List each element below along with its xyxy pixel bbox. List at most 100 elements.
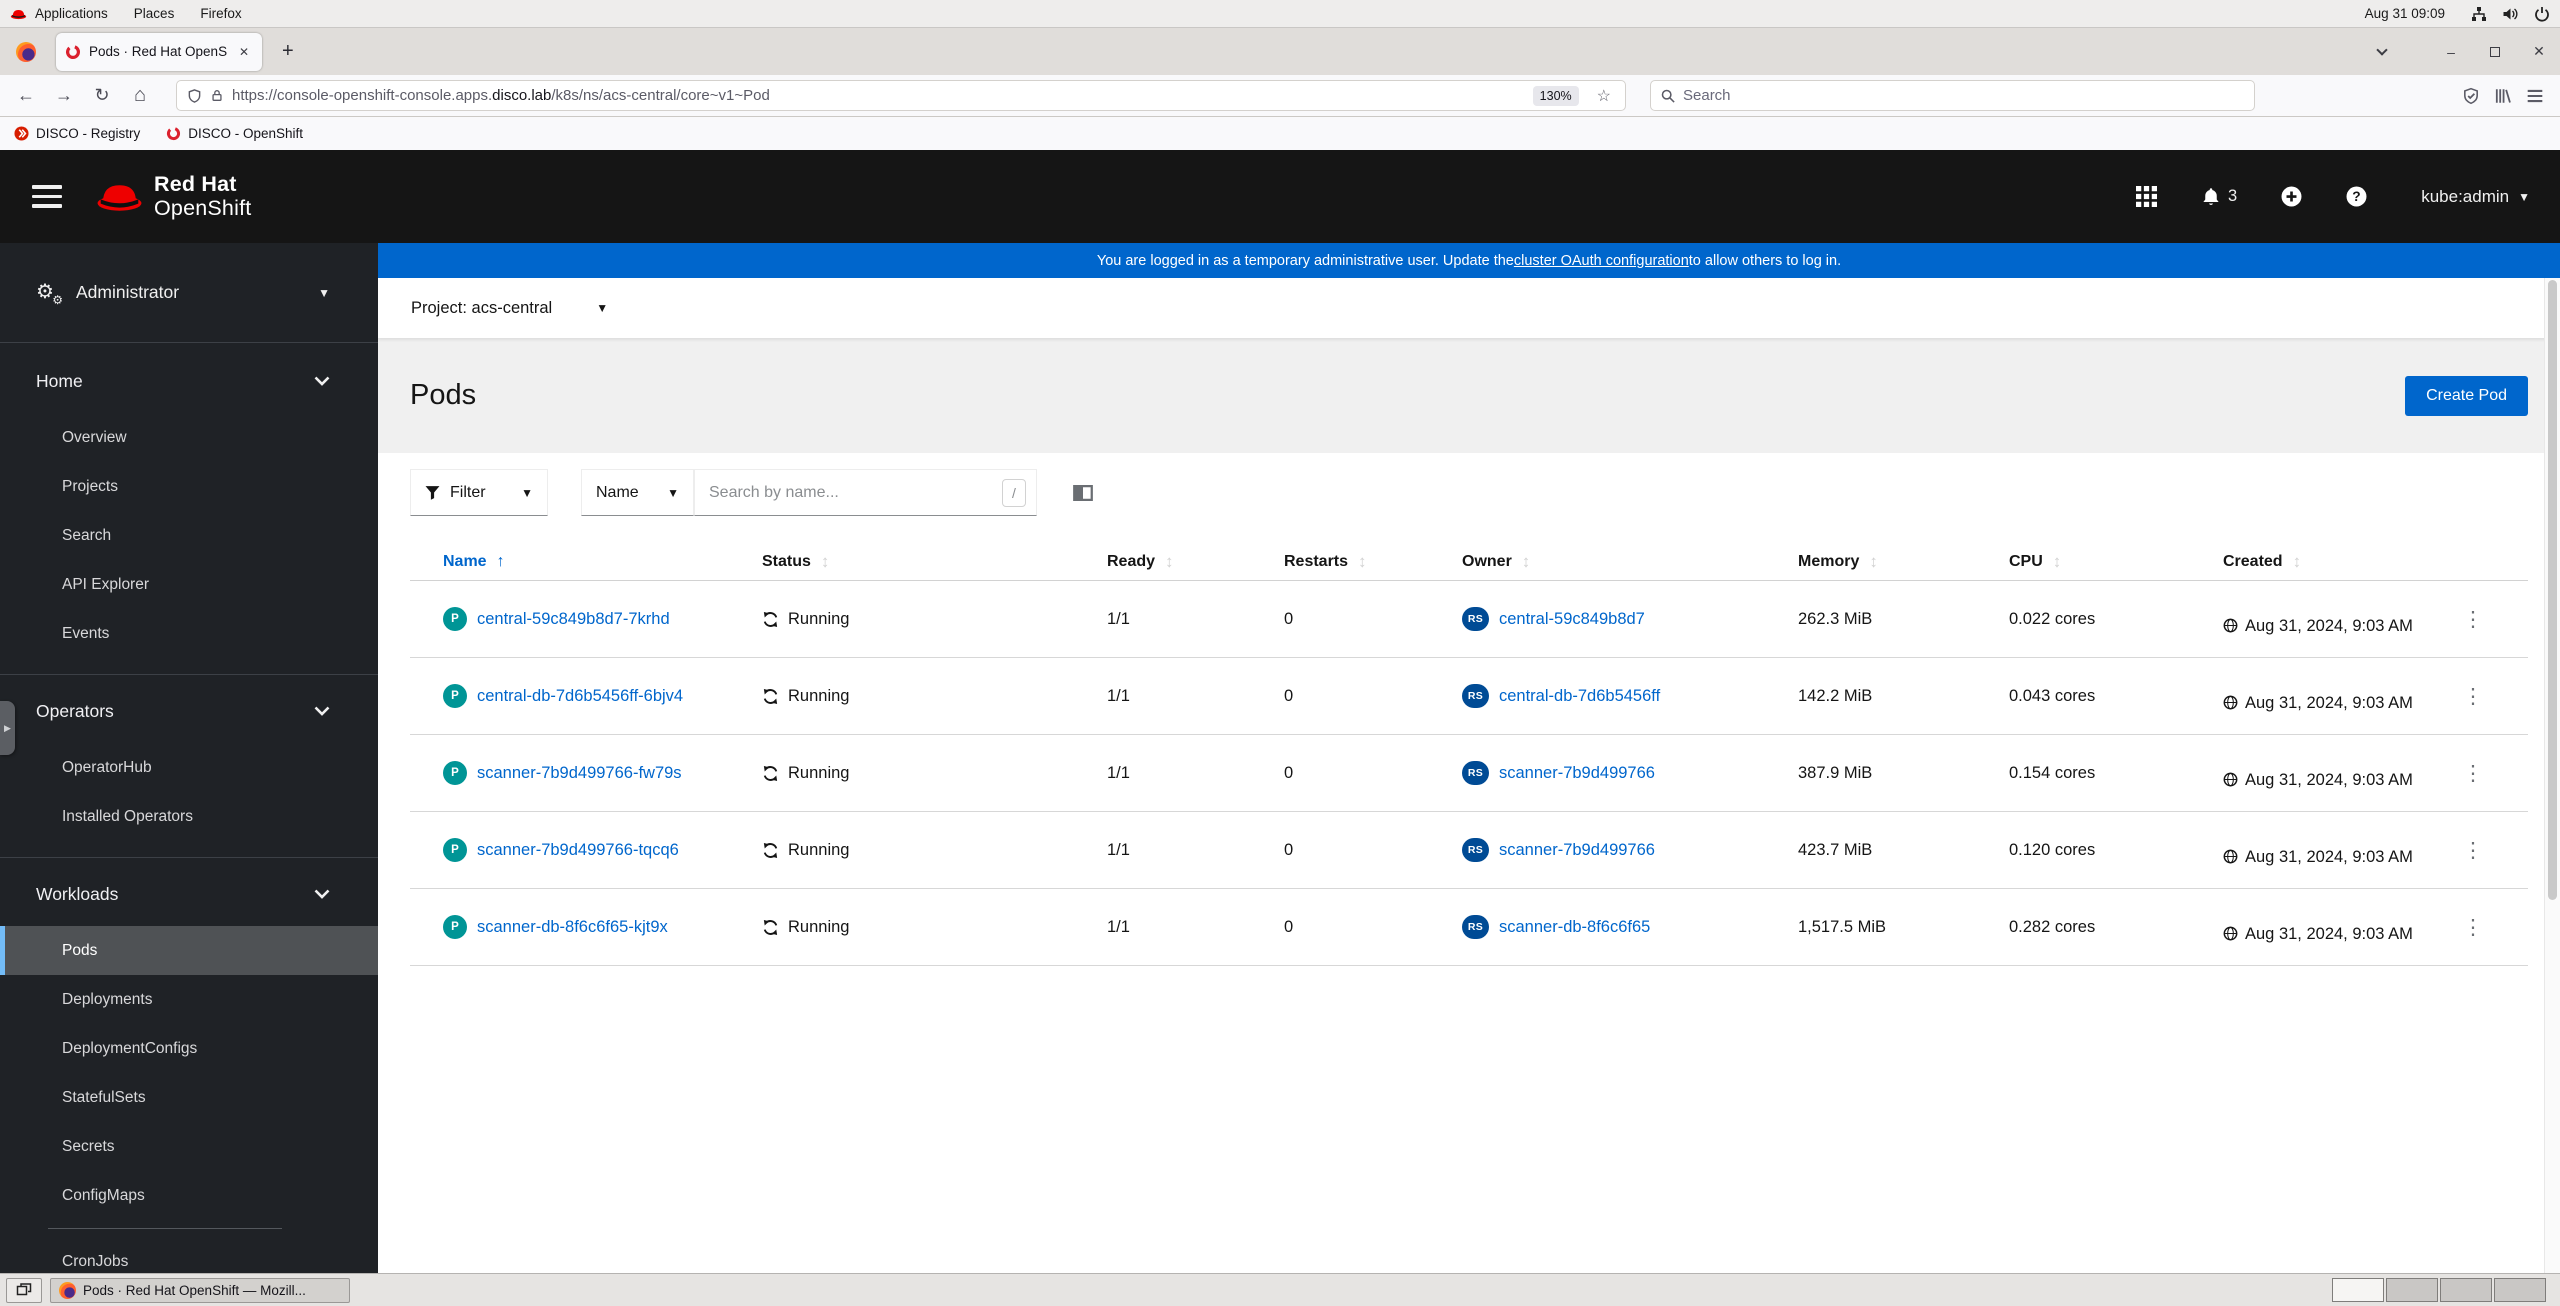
forward-button[interactable]: →	[48, 81, 80, 111]
close-window-button[interactable]: ✕	[2530, 43, 2548, 60]
owner-link[interactable]: scanner-db-8f6c6f65	[1499, 918, 1650, 937]
app-launcher-grid-icon[interactable]	[2136, 186, 2158, 207]
nav-group-home[interactable]: Home	[0, 359, 378, 403]
kebab-menu-icon[interactable]: ⋮	[2453, 761, 2493, 786]
sidebar-item-pods[interactable]: Pods	[0, 926, 378, 975]
owner-link[interactable]: central-59c849b8d7	[1499, 610, 1645, 629]
sidebar-item-secrets[interactable]: Secrets	[0, 1122, 378, 1171]
url-bar[interactable]: https://console-openshift-console.apps.d…	[176, 80, 1626, 111]
bookmark-star-icon[interactable]: ☆	[1597, 86, 1611, 106]
column-header-status[interactable]: Status ↕	[762, 552, 1107, 572]
openshift-logo[interactable]: Red Hat OpenShift	[96, 173, 251, 219]
tab-close-icon[interactable]: ✕	[235, 43, 253, 61]
sidebar-item-operatorhub[interactable]: OperatorHub	[0, 743, 378, 792]
column-header-name[interactable]: Name ↑	[410, 553, 762, 571]
kebab-menu-icon[interactable]: ⋮	[2453, 684, 2493, 709]
zoom-level-badge[interactable]: 130%	[1532, 85, 1579, 106]
home-button[interactable]: ⌂	[124, 81, 156, 111]
column-header-created[interactable]: Created ↕	[2223, 552, 2453, 572]
sidebar-item-deploymentconfigs[interactable]: DeploymentConfigs	[0, 1024, 378, 1073]
window-list-button[interactable]	[6, 1277, 42, 1303]
kebab-menu-icon[interactable]: ⋮	[2453, 838, 2493, 863]
nav-toggle-hamburger-icon[interactable]	[32, 185, 62, 208]
search-bar[interactable]	[1650, 80, 2255, 111]
perspective-switcher[interactable]: ⚙ ⚙ Administrator ▼	[0, 243, 378, 343]
owner-link[interactable]: scanner-7b9d499766	[1499, 764, 1655, 783]
workspace-3[interactable]	[2440, 1278, 2492, 1302]
hamburger-menu-icon[interactable]	[2526, 87, 2544, 105]
search-input[interactable]	[1683, 87, 2244, 104]
new-tab-button[interactable]: +	[274, 40, 302, 63]
help-question-icon[interactable]: ?	[2346, 186, 2367, 207]
workspace-4[interactable]	[2494, 1278, 2546, 1302]
list-tabs-chevron-icon[interactable]	[2376, 43, 2388, 56]
name-search-field[interactable]: /	[694, 469, 1037, 516]
quick-create-plus-icon[interactable]	[2281, 186, 2302, 207]
sidebar-item-projects[interactable]: Projects	[0, 462, 378, 511]
create-pod-button[interactable]: Create Pod	[2405, 375, 2528, 416]
attribute-dropdown[interactable]: Name ▼	[581, 469, 694, 516]
sidebar-item-api-explorer[interactable]: API Explorer	[0, 560, 378, 609]
pod-link[interactable]: scanner-db-8f6c6f65-kjt9x	[477, 918, 668, 937]
tracking-protection-shield-icon[interactable]	[187, 88, 202, 104]
clock[interactable]: Aug 31 09:09	[2365, 6, 2445, 21]
restarts-cell: 0	[1284, 917, 1294, 936]
sidebar-item-configmaps[interactable]: ConfigMaps	[0, 1171, 378, 1220]
workspace-1[interactable]	[2332, 1278, 2384, 1302]
minimize-button[interactable]: –	[2442, 44, 2460, 60]
pod-link[interactable]: scanner-7b9d499766-fw79s	[477, 764, 682, 783]
project-selector[interactable]: Project: acs-central ▼	[378, 278, 2560, 338]
sidebar-item-installed-operators[interactable]: Installed Operators	[0, 792, 378, 841]
volume-icon[interactable]	[2502, 6, 2519, 22]
browser-tab[interactable]: Pods · Red Hat OpenShift ✕	[56, 32, 262, 71]
network-icon[interactable]	[2471, 6, 2487, 22]
nav-group-operators[interactable]: Operators	[0, 689, 378, 733]
workspace-2[interactable]	[2386, 1278, 2438, 1302]
kebab-menu-icon[interactable]: ⋮	[2453, 607, 2493, 632]
sidebar-item-events[interactable]: Events	[0, 609, 378, 658]
pod-link[interactable]: scanner-7b9d499766-tqcq6	[477, 841, 679, 860]
taskbar-task-firefox[interactable]: Pods · Red Hat OpenShift — Mozill...	[50, 1277, 350, 1303]
name-search-input[interactable]	[709, 483, 1002, 502]
nav-group-workloads[interactable]: Workloads	[0, 872, 378, 916]
library-icon[interactable]	[2494, 87, 2512, 105]
firefox-menu[interactable]: Firefox	[200, 6, 241, 21]
kebab-menu-icon[interactable]: ⋮	[2453, 915, 2493, 940]
sidebar-item-deployments[interactable]: Deployments	[0, 975, 378, 1024]
owner-link[interactable]: central-db-7d6b5456ff	[1499, 687, 1660, 706]
sidebar-item-statefulsets[interactable]: StatefulSets	[0, 1073, 378, 1122]
owner-link[interactable]: scanner-7b9d499766	[1499, 841, 1655, 860]
column-header-owner[interactable]: Owner ↕	[1462, 552, 1798, 572]
table-row: Pscanner-db-8f6c6f65-kjt9x Running 1/1 0…	[410, 889, 2528, 966]
cluster-oauth-link[interactable]: cluster OAuth configuration	[1514, 253, 1689, 269]
protections-shield-check-icon[interactable]	[2462, 87, 2480, 105]
page-scrollbar[interactable]	[2544, 278, 2560, 1273]
scrollbar-thumb[interactable]	[2548, 280, 2557, 900]
user-menu[interactable]: kube:admin ▼	[2421, 187, 2530, 207]
sidebar-drag-handle[interactable]: ▶	[0, 701, 15, 755]
firefox-app-icon[interactable]	[8, 35, 44, 69]
bookmark-disco-registry[interactable]: DISCO - Registry	[14, 126, 140, 141]
manage-columns-button[interactable]	[1073, 469, 1093, 516]
power-icon[interactable]	[2534, 6, 2550, 22]
sidebar-item-search[interactable]: Search	[0, 511, 378, 560]
column-header-restarts[interactable]: Restarts ↕	[1284, 552, 1462, 572]
places-menu[interactable]: Places	[134, 6, 175, 21]
url-text[interactable]: https://console-openshift-console.apps.d…	[232, 87, 1525, 104]
applications-menu[interactable]: Applications	[10, 6, 108, 21]
maximize-button[interactable]	[2486, 46, 2504, 57]
pod-link[interactable]: central-59c849b8d7-7krhd	[477, 610, 670, 629]
sidebar-item-overview[interactable]: Overview	[0, 413, 378, 462]
lock-icon[interactable]	[210, 88, 224, 103]
column-header-ready[interactable]: Ready ↕	[1107, 552, 1284, 572]
back-button[interactable]: ←	[10, 81, 42, 111]
notifications-button[interactable]: 3	[2201, 187, 2237, 207]
pod-link[interactable]: central-db-7d6b5456ff-6bjv4	[477, 687, 683, 706]
column-header-cpu[interactable]: CPU ↕	[2009, 552, 2223, 572]
column-header-memory[interactable]: Memory ↕	[1798, 552, 2009, 572]
reload-button[interactable]: ↻	[86, 81, 118, 111]
sidebar-item-cronjobs[interactable]: CronJobs	[0, 1237, 378, 1273]
filter-dropdown[interactable]: Filter ▼	[410, 469, 548, 516]
pod-badge: P	[443, 838, 467, 862]
bookmark-disco-openshift[interactable]: DISCO - OpenShift	[166, 126, 303, 141]
